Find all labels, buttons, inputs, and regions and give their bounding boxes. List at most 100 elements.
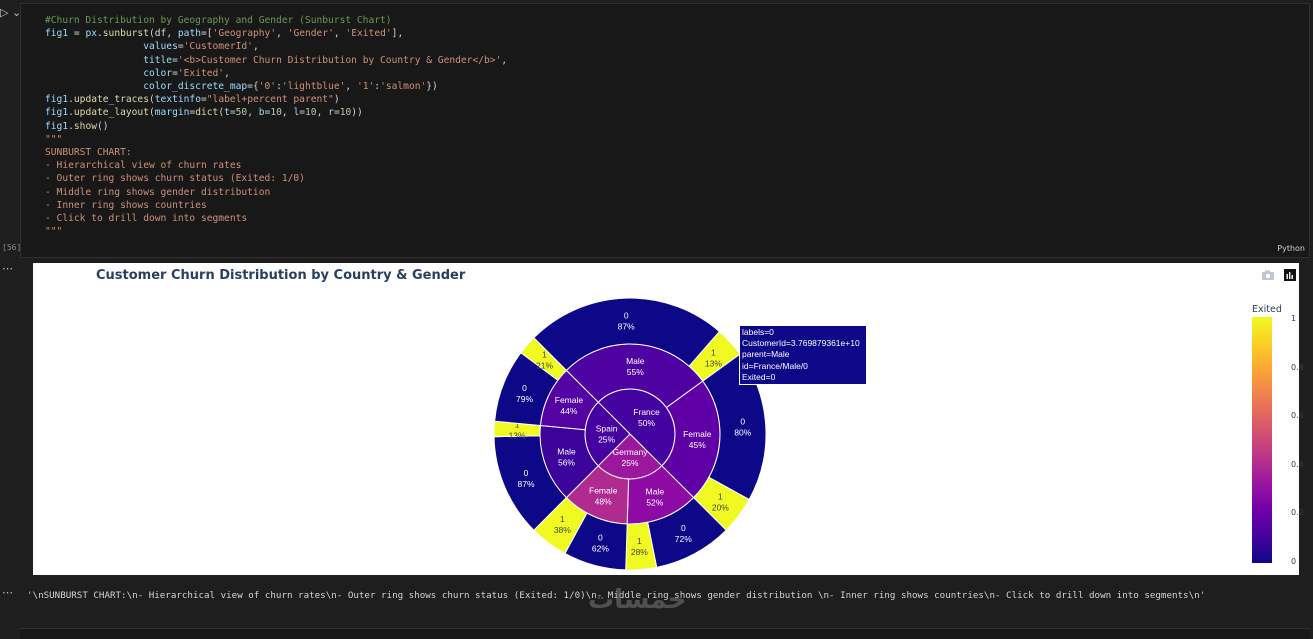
code-token: 10 (305, 107, 317, 119)
code-token: , (247, 107, 259, 119)
slice-label-line: 0 (624, 311, 629, 321)
slice-label-line: 80% (734, 427, 751, 437)
code-line: - Inner ring shows countries (45, 200, 207, 211)
code-token: 'lightblue' (281, 81, 346, 93)
slice-label-line: Female (683, 429, 712, 439)
language-label[interactable]: Python (1277, 244, 1305, 253)
code-line: #Churn Distribution by Geography and Gen… (45, 15, 392, 26)
code-line: values='CustomerId', (45, 41, 259, 52)
code-token: 'Gender' (287, 28, 334, 40)
code-token: }) (426, 81, 438, 93)
code-token: show (73, 120, 97, 132)
execution-count: [56] (2, 243, 22, 252)
code-token: - Hierarchical view of churn rates (45, 160, 242, 172)
slice-label-line: Male (626, 356, 645, 366)
code-line: fig1.show() (45, 121, 109, 132)
tooltip-line: CustomerId=3.769879361e+10 (742, 338, 860, 349)
code-token: fig1 (45, 107, 69, 119)
slice-label-line: 56% (558, 457, 575, 467)
run-cell-button[interactable]: ▷ ⌄ (0, 6, 21, 19)
sunburst-chart[interactable]: 0 87%1 13%Male 55%0 80%1 20%Female 45%0 72%1 28%… (33, 263, 1299, 575)
colorbar-tick: 0.4 (1291, 460, 1304, 469)
slice-label-line: Germany (613, 447, 649, 457)
code-token: - Middle ring shows gender distribution (45, 186, 271, 198)
slice-label-line: 48% (595, 496, 612, 506)
colorbar-tick: 0.8 (1291, 363, 1304, 372)
colorbar-tick: 0.2 (1291, 508, 1304, 517)
slice-label-line: 0 (740, 416, 745, 426)
code-line: - Outer ring shows churn status (Exited:… (45, 173, 305, 184)
slice-label-line: Female (555, 395, 584, 405)
code-line: fig1 = px.sunburst(df, path=['Geography'… (45, 28, 403, 39)
camera-icon[interactable] (1261, 266, 1275, 285)
slice-label-line: 0 (681, 523, 686, 533)
slice-label-line: 50% (638, 418, 655, 428)
code-token: 'salmon' (380, 81, 427, 93)
code-token: 'Exited' (177, 67, 225, 79)
code-token: )) (351, 107, 363, 119)
slice-label-line: Female (589, 485, 618, 495)
code-token: 10 (339, 107, 352, 119)
code-line: title='<b>Customer Churn Distribution by… (45, 55, 507, 66)
slice-label-line: 1 (560, 514, 565, 524)
code-token: , (316, 107, 329, 119)
code-token: , (501, 54, 508, 66)
slice-label-line: 38% (554, 525, 571, 535)
tooltip-line: Exited=0 (742, 371, 776, 382)
code-token: sunburst (102, 28, 149, 40)
code-token: , (281, 107, 294, 119)
code-token: #Churn Distribution by Geography and Gen… (45, 15, 392, 26)
code-token: update_traces (73, 94, 149, 106)
code-token: "label+percent parent" (206, 94, 334, 106)
code-token: = (68, 28, 86, 40)
cell-gutter (0, 0, 20, 635)
slice-label-line: 21% (536, 361, 553, 371)
code-token: path (177, 28, 201, 40)
slice-label-line: 1 (718, 491, 723, 501)
plot-output: 0 87% 1 13% Male 55% 0 80% 1 20% Female 45% 0 72% 1 28%… (33, 263, 1304, 575)
code-token: ={ (247, 81, 259, 93)
slice-label-line: 62% (592, 544, 609, 554)
output-menu-icon[interactable]: ⋯ (2, 262, 13, 275)
code-token: title (143, 54, 173, 66)
slice-label-line: 1 (542, 350, 547, 360)
slice-label-line: 13% (509, 430, 526, 440)
code-token: '1' (356, 81, 375, 93)
code-token: , (276, 28, 288, 40)
code-line: - Hierarchical view of churn rates (45, 160, 241, 171)
next-cell[interactable] (20, 628, 1310, 639)
code-line: """ (45, 134, 62, 145)
slice-label-line: Male (557, 446, 576, 456)
slice-label-line: 44% (560, 406, 577, 416)
slice-label-line: Spain (596, 424, 618, 434)
slice-label-line: 55% (627, 367, 644, 377)
plotly-logo-icon[interactable] (1284, 266, 1296, 285)
slice-label-line: 20% (712, 502, 729, 512)
code-line: color='Exited', (45, 68, 230, 79)
colorbar (1252, 317, 1272, 563)
colorbar-tick: 1 (1291, 314, 1297, 323)
code-token: (df, (149, 28, 178, 40)
code-token: fig1 (45, 94, 69, 106)
code-token: update_layout (73, 107, 149, 119)
code-line: color_discrete_map={'0':'lightblue', '1'… (45, 81, 438, 92)
code-token: values (143, 41, 178, 53)
slice-label-line: 25% (621, 458, 638, 468)
slice-label: Male 55% (626, 356, 645, 377)
code-token: , (252, 41, 259, 53)
code-token: dict (195, 107, 219, 119)
code-cell[interactable]: #Churn Distribution by Geography and Gen… (20, 3, 1310, 258)
code-token: ], (391, 28, 404, 40)
output-menu-icon[interactable]: ⋯ (2, 586, 13, 599)
code-token: fig1 (45, 28, 69, 40)
slice-label-line: 1 (637, 536, 642, 546)
code-token: px (85, 28, 97, 40)
slice-label-line: 0 (524, 468, 529, 478)
code-editor[interactable]: #Churn Distribution by Geography and Gen… (45, 14, 507, 238)
code-token: margin (154, 107, 190, 119)
code-token: 10 (270, 107, 282, 119)
slice-label: Spain 25% (596, 424, 618, 445)
slice-label-line: Male (646, 486, 665, 496)
tooltip-line: id=France/Male/0 (742, 360, 808, 371)
